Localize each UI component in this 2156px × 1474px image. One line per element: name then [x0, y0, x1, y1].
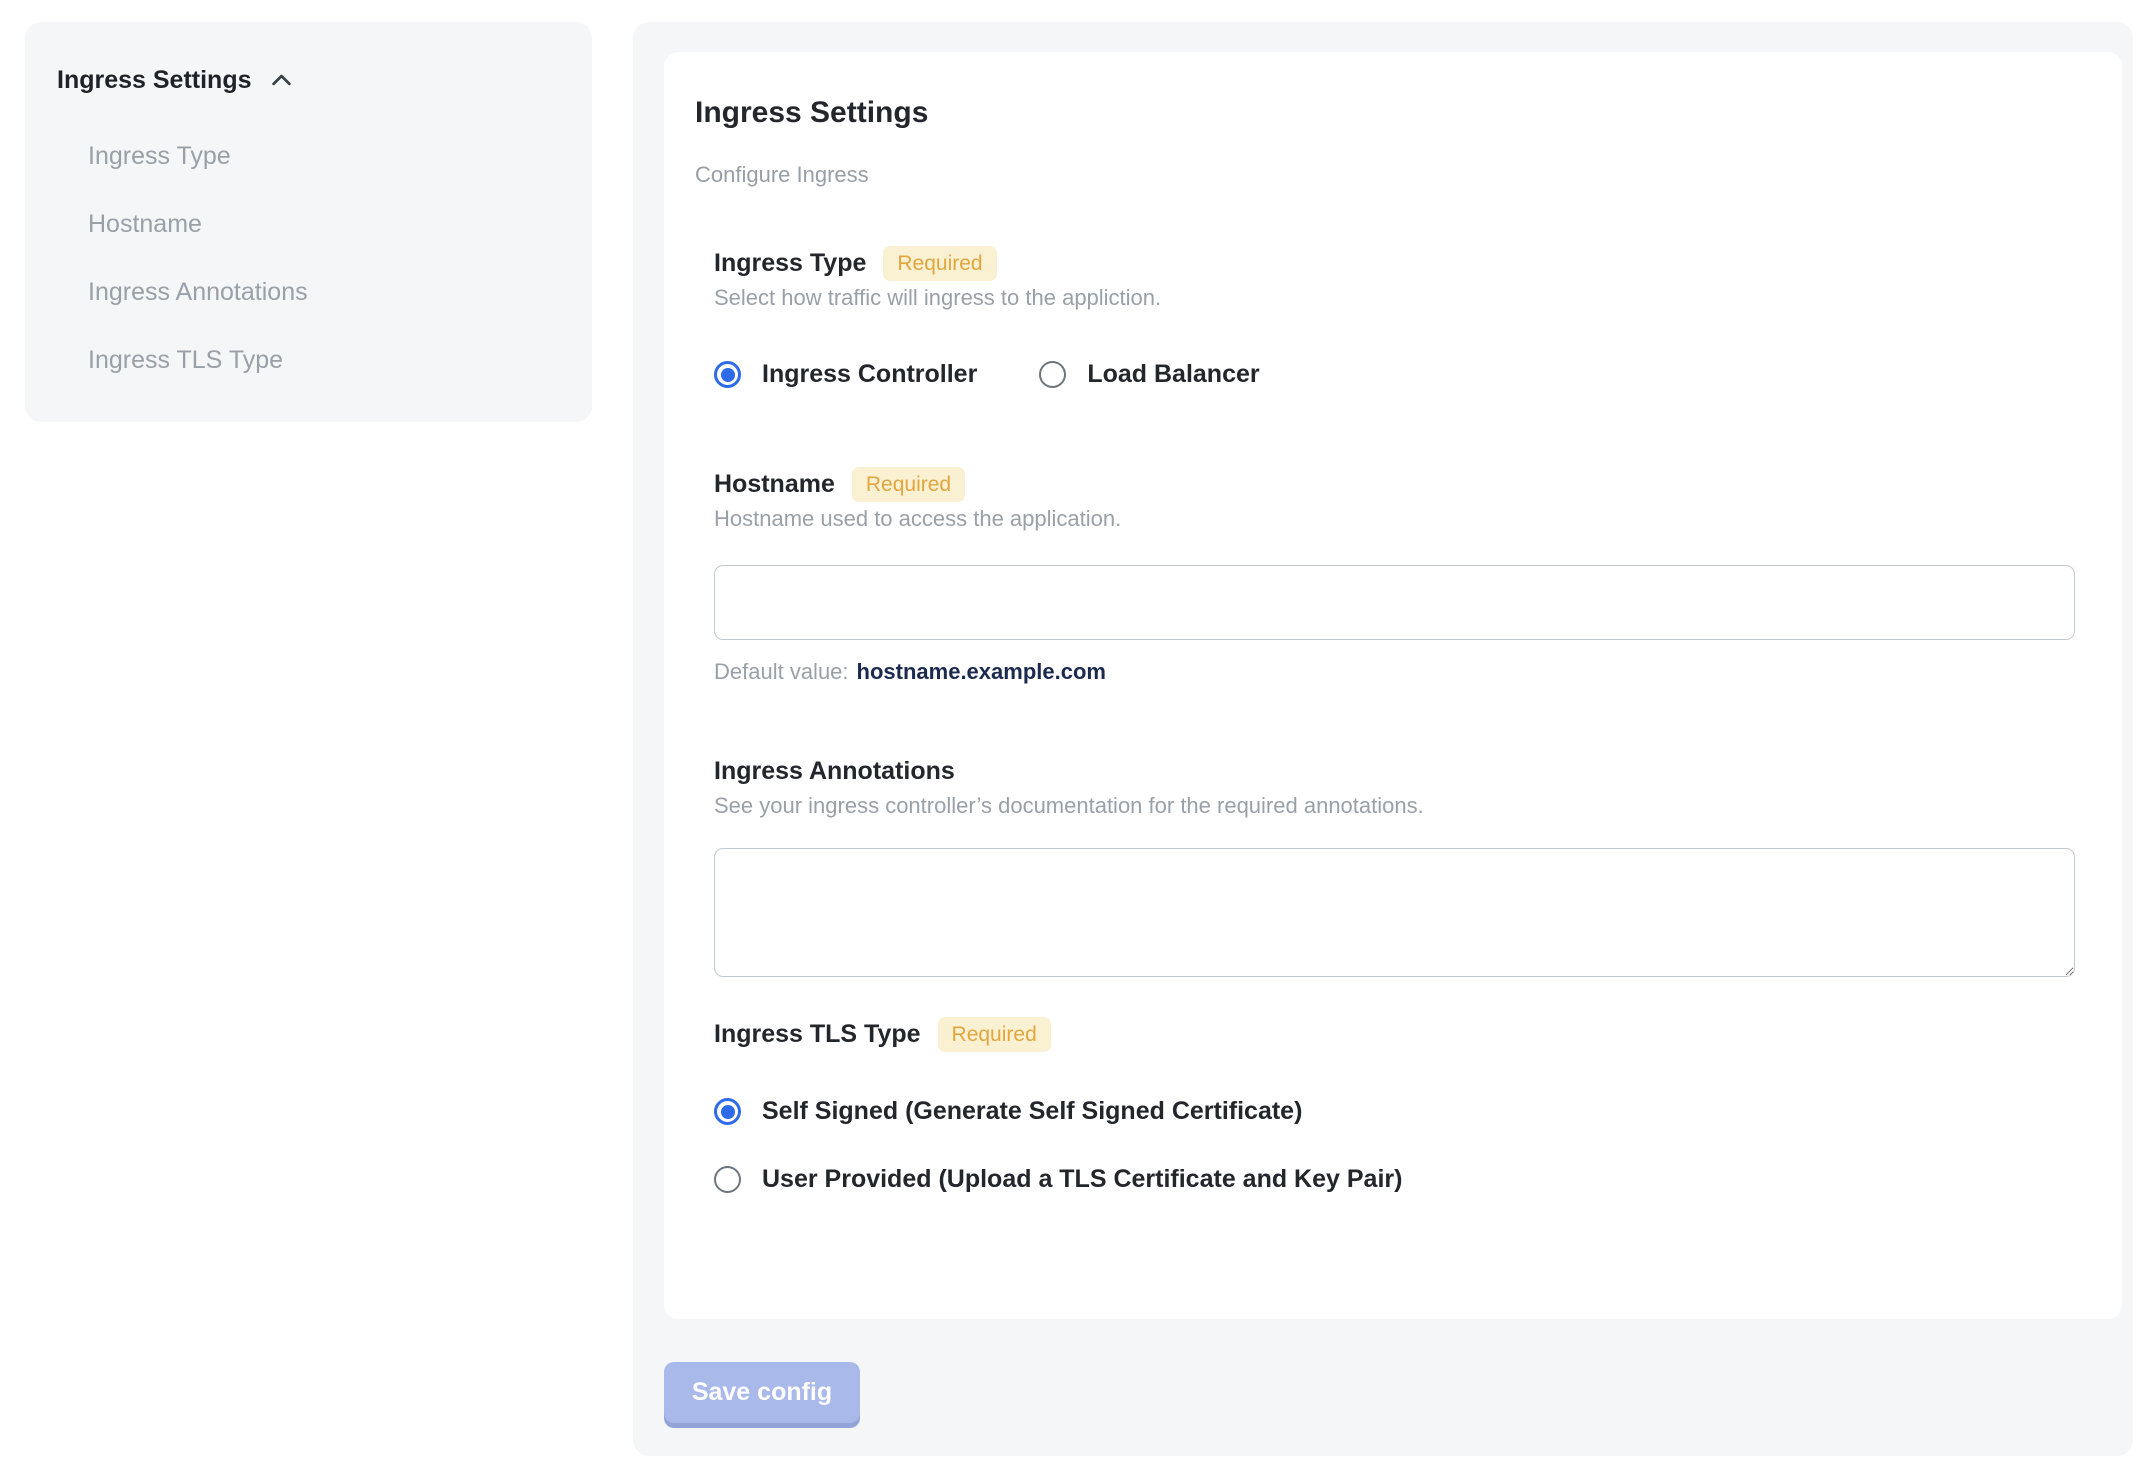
ingress-annotations-help: See your ingress controller’s documentat…	[714, 793, 1424, 818]
radio-unselected-icon[interactable]	[1039, 361, 1067, 388]
required-badge: Required	[883, 245, 997, 281]
section-hostname: Hostname Required Hostname used to acces…	[714, 466, 2075, 685]
radio-selected-icon[interactable]	[714, 1098, 741, 1125]
radio-option-ingress-controller[interactable]: Ingress Controller	[714, 360, 977, 389]
ingress-tls-radio-group: Self Signed (Generate Self Signed Certif…	[714, 1097, 2075, 1194]
sidebar-item-ingress-type[interactable]: Ingress Type	[88, 122, 564, 190]
sidebar-section-ingress-settings[interactable]: Ingress Settings	[57, 64, 564, 96]
radio-unselected-icon[interactable]	[714, 1166, 741, 1193]
required-badge: Required	[937, 1016, 1051, 1052]
sidebar-item-hostname[interactable]: Hostname	[88, 190, 564, 258]
section-ingress-annotations: Ingress Annotations See your ingress con…	[714, 753, 2075, 982]
section-ingress-type: Ingress Type Required Select how traffic…	[714, 245, 2075, 389]
ingress-annotations-textarea[interactable]	[714, 848, 2075, 977]
sidebar-section-label: Ingress Settings	[57, 66, 252, 94]
ingress-type-help: Select how traffic will ingress to the a…	[714, 285, 1162, 310]
save-config-button[interactable]: Save config	[664, 1362, 860, 1423]
radio-option-load-balancer[interactable]: Load Balancer	[1039, 360, 1260, 389]
hostname-input[interactable]	[714, 565, 2075, 640]
hostname-label: Hostname	[714, 470, 835, 498]
radio-option-label: Ingress Controller	[762, 360, 978, 388]
sidebar-item-list: Ingress Type Hostname Ingress Annotation…	[88, 122, 564, 394]
page-subtitle: Configure Ingress	[695, 162, 869, 187]
sidebar-item-ingress-annotations[interactable]: Ingress Annotations	[88, 258, 564, 326]
radio-option-label: User Provided (Upload a TLS Certificate …	[762, 1165, 1403, 1193]
required-badge: Required	[851, 466, 966, 502]
ingress-tls-type-label: Ingress TLS Type	[714, 1020, 921, 1048]
sidebar-item-ingress-tls-type[interactable]: Ingress TLS Type	[88, 326, 564, 394]
ingress-type-radio-group: Ingress Controller Load Balancer	[714, 360, 2075, 389]
radio-option-label: Load Balancer	[1087, 360, 1260, 388]
hostname-help: Hostname used to access the application.	[714, 506, 1122, 531]
default-value-prefix: Default value:	[714, 659, 849, 684]
page-title: Ingress Settings	[695, 96, 929, 129]
section-ingress-tls-type: Ingress TLS Type Required Self Signed (G…	[714, 1016, 2075, 1194]
radio-selected-icon[interactable]	[714, 361, 741, 388]
ingress-settings-card: Ingress Settings Configure Ingress Ingre…	[664, 52, 2122, 1319]
default-value-text: hostname.example.com	[856, 659, 1106, 684]
radio-option-self-signed[interactable]: Self Signed (Generate Self Signed Certif…	[714, 1097, 2075, 1126]
ingress-type-label: Ingress Type	[714, 249, 867, 277]
radio-option-user-provided[interactable]: User Provided (Upload a TLS Certificate …	[714, 1165, 2075, 1194]
chevron-up-icon[interactable]	[268, 67, 295, 94]
ingress-settings-panel: Ingress Settings Configure Ingress Ingre…	[633, 22, 2133, 1456]
ingress-annotations-label: Ingress Annotations	[714, 757, 955, 785]
hostname-default-line: Default value: hostname.example.com	[714, 658, 2075, 685]
settings-sidebar: Ingress Settings Ingress Type Hostname I…	[25, 22, 592, 422]
radio-option-label: Self Signed (Generate Self Signed Certif…	[762, 1097, 1303, 1125]
